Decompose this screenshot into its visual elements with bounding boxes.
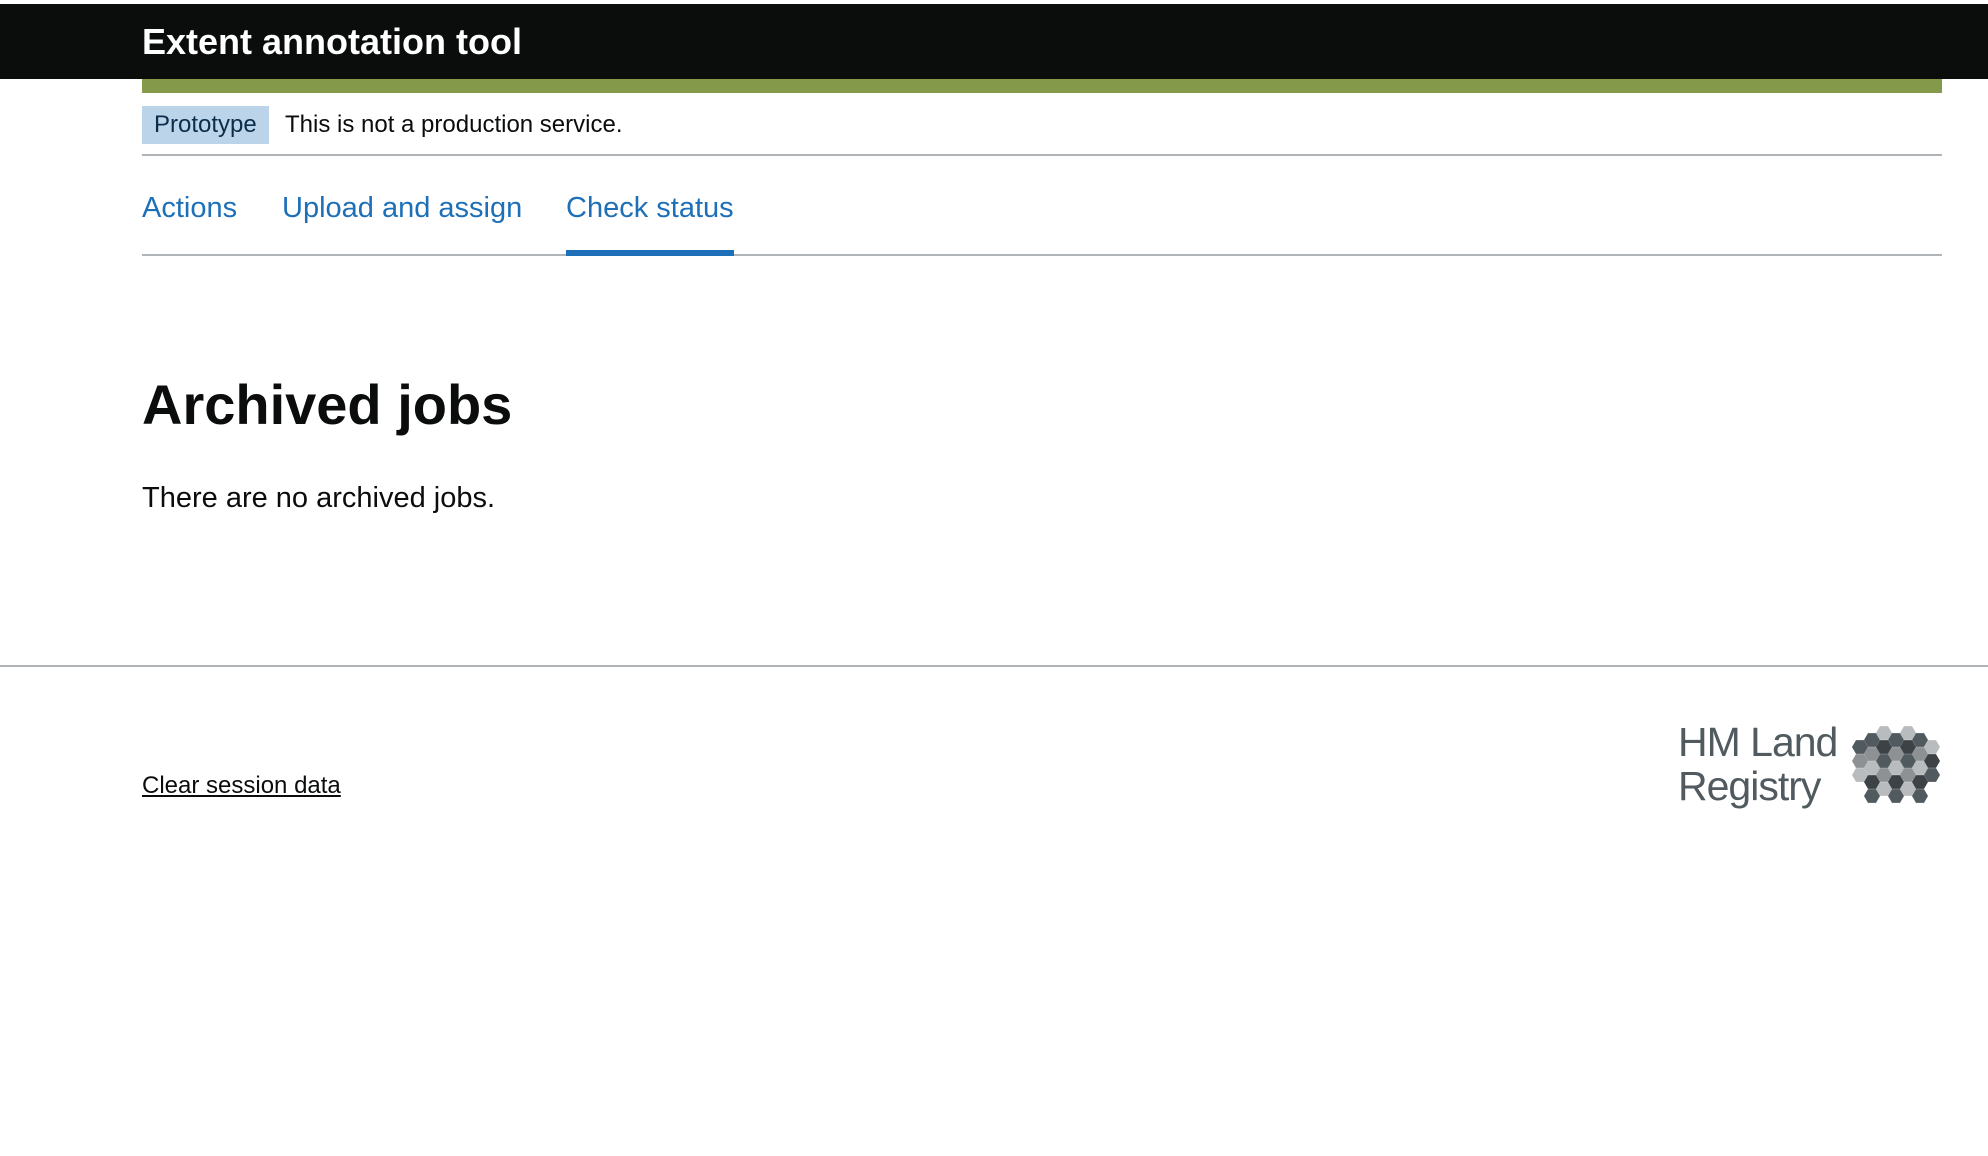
hexagon-cluster-icon — [1852, 726, 1940, 803]
navigation-tabs: Actions Upload and assign Check status — [142, 154, 1942, 256]
hm-land-registry-logo: HM Land Registry — [1678, 720, 1944, 816]
page-title: Archived jobs — [142, 373, 513, 436]
tab-upload-and-assign[interactable]: Upload and assign — [282, 186, 522, 230]
header-accent-stripe — [142, 79, 1942, 93]
empty-state-message: There are no archived jobs. — [142, 482, 496, 514]
tab-check-status[interactable]: Check status — [566, 186, 734, 256]
site-header: Extent annotation tool — [0, 4, 1988, 79]
tab-actions[interactable]: Actions — [142, 186, 237, 230]
logo-wordmark: HM Land Registry — [1678, 720, 1838, 808]
clear-session-data-link[interactable]: Clear session data — [142, 770, 341, 802]
logo-line-2: Registry — [1678, 763, 1821, 809]
footer-divider — [0, 665, 1988, 667]
phase-banner-text: This is not a production service. — [285, 111, 623, 138]
phase-tag: Prototype — [142, 106, 269, 144]
phase-banner: Prototype This is not a production servi… — [142, 106, 1942, 156]
logo-line-1: HM Land — [1678, 719, 1838, 765]
service-name-link[interactable]: Extent annotation tool — [142, 22, 522, 62]
